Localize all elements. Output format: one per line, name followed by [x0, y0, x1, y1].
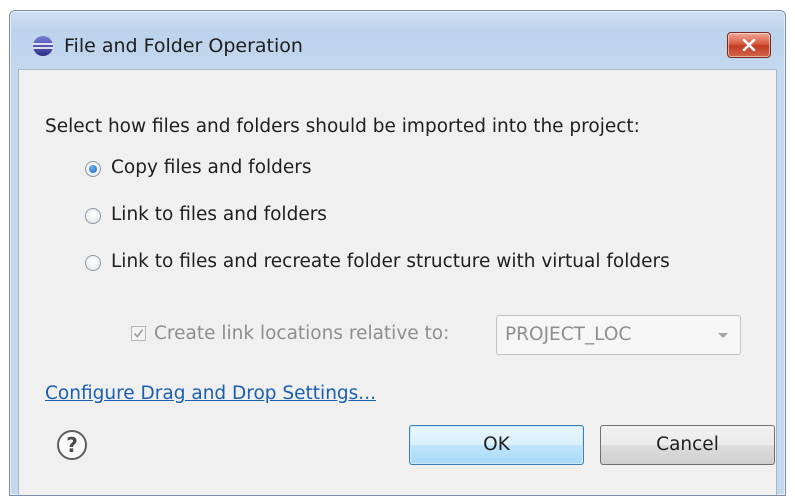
- radio-link[interactable]: [85, 208, 101, 224]
- combo-value: PROJECT_LOC: [505, 324, 632, 345]
- relative-checkbox[interactable]: [131, 326, 146, 341]
- ok-button[interactable]: OK: [409, 425, 584, 465]
- title-bar[interactable]: File and Folder Operation: [10, 11, 785, 69]
- close-button[interactable]: [727, 32, 771, 58]
- dialog-body: Select how files and folders should be i…: [18, 69, 777, 495]
- option-link-virtual-label[interactable]: Link to files and recreate folder struct…: [111, 250, 670, 274]
- option-link-label[interactable]: Link to files and folders: [111, 203, 327, 227]
- chevron-down-icon[interactable]: [718, 333, 728, 338]
- configure-dnd-link[interactable]: Configure Drag and Drop Settings...: [45, 383, 376, 404]
- radio-link-virtual[interactable]: [85, 255, 101, 271]
- checkmark-icon: [133, 329, 144, 338]
- relative-location-combo[interactable]: PROJECT_LOC: [496, 315, 741, 355]
- prompt-text: Select how files and folders should be i…: [45, 116, 640, 137]
- eclipse-app-icon: [33, 36, 53, 56]
- dialog-window: File and Folder Operation Select how fil…: [9, 10, 786, 496]
- option-copy-label[interactable]: Copy files and folders: [111, 156, 312, 180]
- radio-copy[interactable]: [85, 161, 101, 177]
- help-icon[interactable]: ?: [57, 430, 87, 460]
- cancel-button[interactable]: Cancel: [600, 425, 775, 465]
- relative-checkbox-label[interactable]: Create link locations relative to:: [154, 322, 449, 346]
- dialog-title: File and Folder Operation: [64, 35, 303, 57]
- close-icon: [742, 39, 756, 51]
